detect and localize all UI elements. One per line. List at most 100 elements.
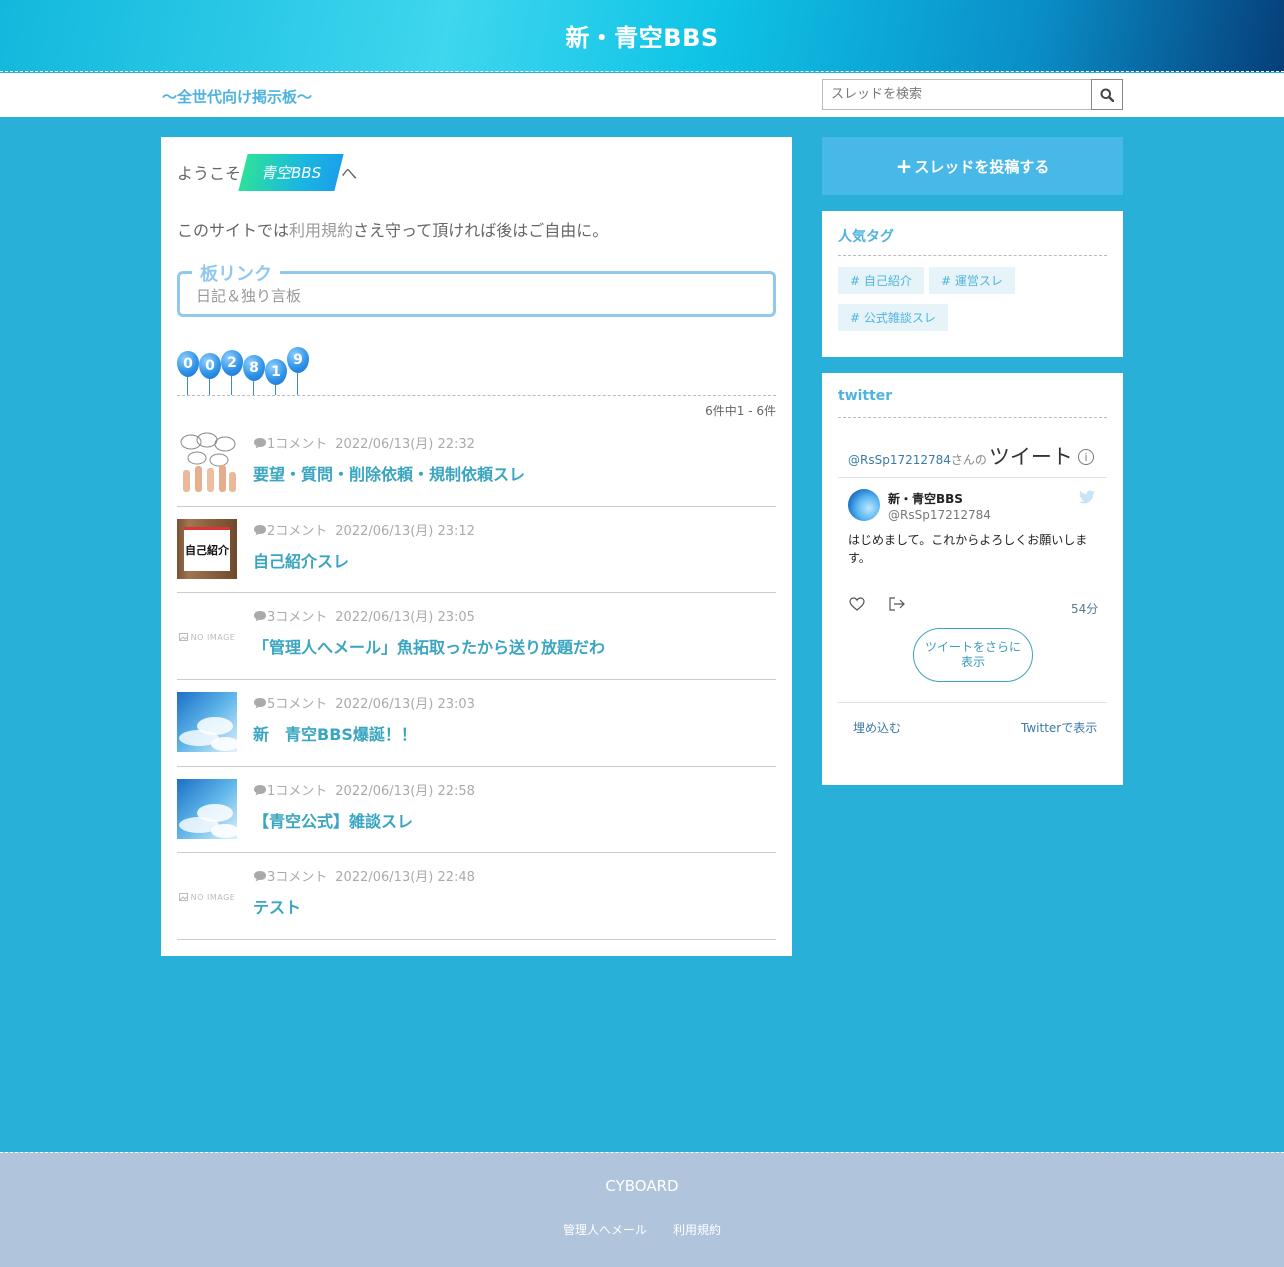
- counter-digit-balloon: 9: [287, 347, 309, 395]
- like-icon[interactable]: [849, 597, 865, 611]
- counter-digit: 2: [221, 350, 243, 376]
- site-badge-label: 青空BBS: [261, 163, 322, 182]
- thread-meta: 2コメント 2022/06/13(月) 23:12: [253, 520, 475, 539]
- counter-digit: 0: [177, 351, 199, 377]
- thread-row[interactable]: NO IMAGE 3コメント 2022/06/13(月) 22:48 テスト: [177, 853, 776, 941]
- thread-row[interactable]: 1コメント 2022/06/13(月) 22:32 要望・質問・削除依頼・規制依頼ス…: [177, 420, 776, 507]
- thread-meta: 3コメント 2022/06/13(月) 23:05: [253, 606, 475, 625]
- twitter-bird-icon[interactable]: [1079, 490, 1095, 504]
- tweet-author-name[interactable]: 新・青空BBS: [888, 490, 963, 507]
- tag-admin-thread[interactable]: # 運営スレ: [929, 267, 1015, 294]
- access-counter: 002819: [177, 347, 309, 395]
- comment-count: 5コメント: [267, 697, 328, 713]
- popular-tags-divider: [838, 255, 1107, 256]
- tweet-body: はじめまして。これからよろしくお願いします。: [848, 533, 1088, 565]
- timeline-header: @RsSp17212784 さんの ツイート: [848, 441, 1073, 471]
- board-links-box: 板リンク 日記＆独り言板: [177, 260, 776, 317]
- thread-row[interactable]: 5コメント 2022/06/13(月) 23:03 新 青空BBS爆誕！！: [177, 680, 776, 767]
- thread-meta: 3コメント 2022/06/13(月) 22:48: [253, 866, 475, 885]
- tag-self-intro[interactable]: # 自己紹介: [838, 267, 924, 294]
- thread-date: 2022/06/13(月) 22:48: [335, 870, 475, 886]
- post-thread-button[interactable]: + スレッドを投稿する: [822, 137, 1123, 195]
- more-tweets-button[interactable]: ツイートをさらに表示: [913, 628, 1033, 682]
- thread-thumbnail[interactable]: 自己紹介: [177, 518, 237, 579]
- search-input[interactable]: [822, 79, 1091, 110]
- avatar[interactable]: [848, 489, 880, 521]
- popular-tags-card: 人気タグ # 自己紹介 # 運営スレ # 公式雑談スレ: [822, 211, 1123, 357]
- thread-row[interactable]: 1コメント 2022/06/13(月) 22:58 【青空公式】雑談スレ: [177, 767, 776, 854]
- thread-thumbnail[interactable]: [177, 432, 237, 492]
- board-link-diary[interactable]: 日記＆独り言板: [196, 285, 301, 306]
- counter-digit-balloon: 2: [221, 347, 243, 395]
- balloon-string: [209, 379, 210, 395]
- comment-icon: [254, 524, 266, 536]
- welcome-line: ようこそ 青空BBS へ: [177, 153, 357, 191]
- thread-date: 2022/06/13(月) 22:32: [335, 437, 475, 452]
- counter-digit-balloon: 0: [177, 347, 199, 395]
- site-title[interactable]: 新・青空BBS: [565, 18, 718, 53]
- counter-digit: 1: [265, 359, 287, 385]
- timeline-tweet-label: ツイート: [988, 445, 1073, 469]
- footer-link-mail-admin[interactable]: 管理人へメール: [563, 1221, 647, 1238]
- comment-icon: [254, 611, 266, 622]
- share-icon[interactable]: [889, 597, 905, 611]
- rules-after: さえ守って頂ければ後はご自由に。: [353, 221, 609, 240]
- thread-thumbnail[interactable]: [177, 778, 239, 839]
- thread-title-link[interactable]: 自己紹介スレ: [253, 548, 349, 572]
- image-placeholder-icon: [178, 893, 188, 902]
- tweet-time[interactable]: 54分: [1071, 600, 1098, 617]
- search-form: [822, 79, 1123, 110]
- no-image-label: NO IMAGE: [190, 892, 236, 902]
- balloon-string: [231, 376, 232, 395]
- comment-icon: [254, 784, 266, 796]
- comment-count: 1コメント: [267, 783, 328, 799]
- thread-thumbnail[interactable]: NO IMAGE: [177, 607, 237, 668]
- thread-row[interactable]: NO IMAGE 3コメント 2022/06/13(月) 23:05 「管理人へメール…: [177, 593, 776, 681]
- thread-thumbnail[interactable]: NO IMAGE: [177, 867, 237, 928]
- counter-digit-balloon: 0: [199, 347, 221, 395]
- embed-link[interactable]: 埋め込む: [853, 719, 901, 736]
- thread-title-link[interactable]: 新 青空BBS爆誕！！: [253, 721, 417, 745]
- comment-count: 1コメント: [267, 437, 328, 452]
- counter-digit-balloon: 1: [265, 347, 287, 395]
- intro-note: 自己紹介: [184, 526, 230, 571]
- search-button[interactable]: [1091, 79, 1123, 110]
- welcome-suffix: へ: [341, 164, 358, 183]
- rules-notice: このサイトでは利用規約さえ守って頂ければ後はご自由に。: [177, 217, 608, 241]
- thread-title-link[interactable]: 【青空公式】雑談スレ: [253, 808, 413, 832]
- timeline-san: さんの: [950, 453, 987, 467]
- thread-title-link[interactable]: 要望・質問・削除依頼・規制依頼スレ: [253, 461, 525, 485]
- balloon-string: [297, 373, 298, 395]
- thread-thumbnail[interactable]: [177, 692, 239, 753]
- footer-link-terms[interactable]: 利用規約: [673, 1221, 721, 1238]
- view-on-twitter-link[interactable]: Twitterで表示: [1021, 719, 1097, 736]
- counter-digit-balloon: 8: [243, 347, 265, 395]
- thread-list: 1コメント 2022/06/13(月) 22:32 要望・質問・削除依頼・規制依頼ス…: [177, 420, 776, 941]
- post-thread-label: スレッドを投稿する: [914, 157, 1050, 176]
- timeline-user-link[interactable]: @RsSp17212784: [848, 453, 951, 467]
- footer-brand[interactable]: CYBOARD: [0, 1177, 1284, 1195]
- site-badge: 青空BBS: [238, 153, 344, 191]
- thread-title-link[interactable]: テスト: [253, 894, 301, 918]
- comment-count: 3コメント: [267, 610, 328, 626]
- balloon-string: [187, 377, 188, 395]
- tweet-author-handle[interactable]: @RsSp17212784: [888, 508, 991, 522]
- timeline-divider-bottom: [838, 702, 1107, 703]
- twitter-title: twitter: [838, 388, 893, 404]
- comment-count: 2コメント: [267, 523, 328, 539]
- comment-icon: [254, 438, 266, 449]
- balloon-string: [253, 381, 254, 395]
- main-card: ようこそ 青空BBS へ このサイトでは利用規約さえ守って頂ければ後はご自由に。…: [161, 137, 792, 956]
- thread-title-link[interactable]: 「管理人へメール」魚拓取ったから送り放題だわ: [253, 634, 605, 658]
- balloon-string: [275, 385, 276, 395]
- terms-link[interactable]: 利用規約: [289, 221, 353, 240]
- board-links-legend: 板リンク: [192, 260, 280, 286]
- info-icon[interactable]: i: [1078, 449, 1094, 465]
- site-footer: CYBOARD 管理人へメール 利用規約: [0, 1152, 1284, 1267]
- thread-date: 2022/06/13(月) 22:58: [335, 783, 475, 799]
- thread-row[interactable]: 自己紹介 2コメント 2022/06/13(月) 23:12 自己紹介スレ: [177, 507, 776, 594]
- comment-count: 3コメント: [267, 870, 328, 886]
- tag-official-chat[interactable]: # 公式雑談スレ: [838, 304, 948, 331]
- counter-digit: 8: [243, 355, 265, 381]
- search-icon: [1100, 88, 1114, 102]
